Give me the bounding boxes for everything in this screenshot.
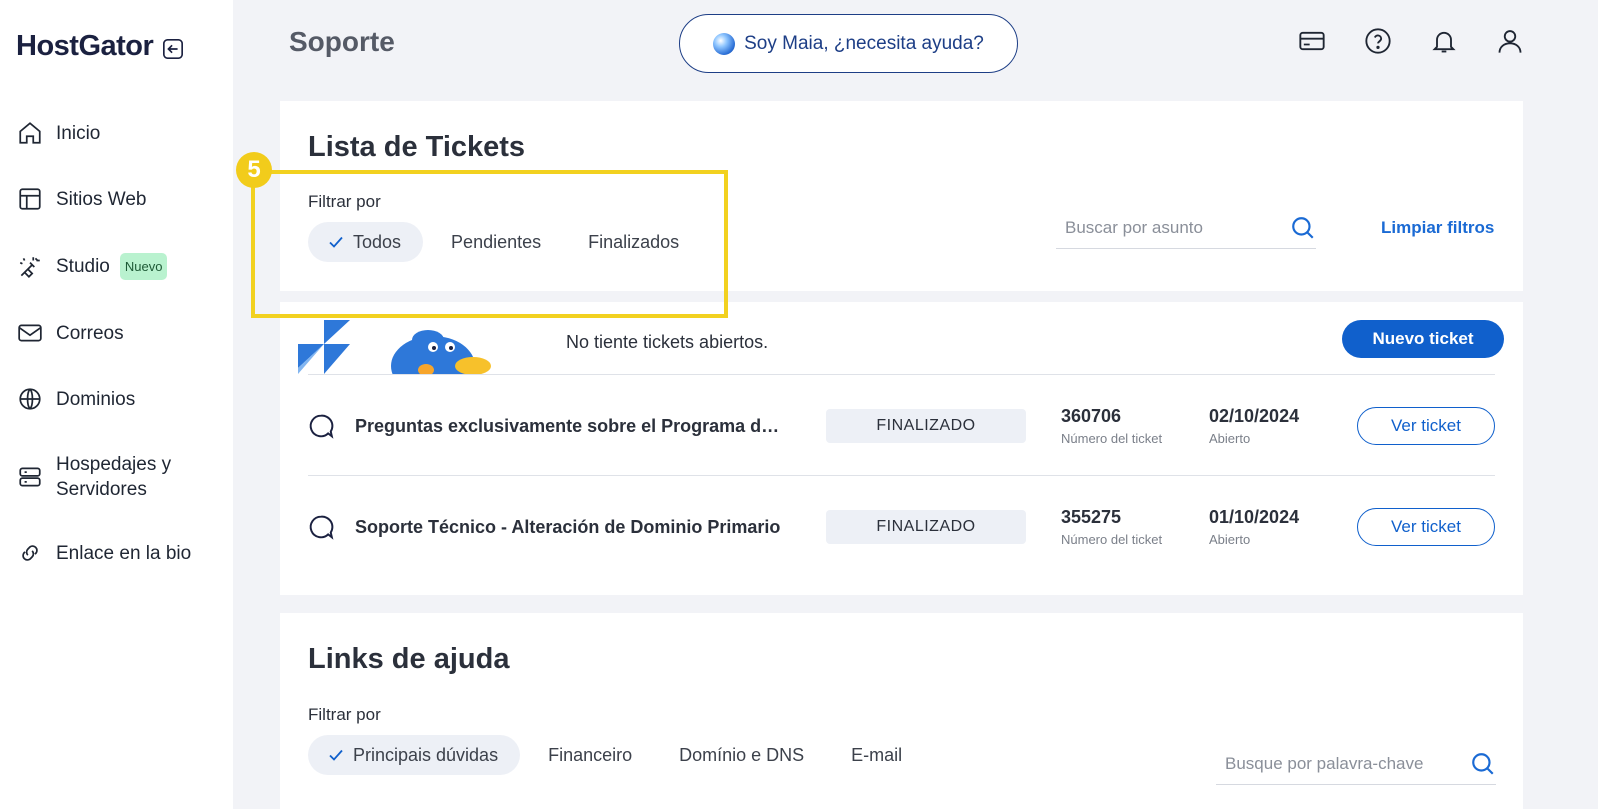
ticket-date-label: Abierto	[1209, 431, 1251, 446]
maia-assistant-button[interactable]: Soy Maia, ¿necesita ayuda?	[679, 14, 1018, 73]
help-filter-chips: Principais dúvidas Financeiro Domínio e …	[308, 735, 930, 775]
ticket-number: 355275	[1061, 507, 1122, 527]
sidebar-item-studio[interactable]: Studio Nuevo	[17, 253, 168, 280]
clear-filters-link[interactable]: Limpiar filtros	[1381, 218, 1494, 238]
sidebar-item-inicio[interactable]: Inicio	[17, 120, 100, 146]
sidebar-item-correos[interactable]: Correos	[17, 320, 124, 346]
sidebar-item-label: Dominios	[56, 388, 136, 410]
help-links-card: Links de ajuda Filtrar por Principais dú…	[280, 613, 1523, 809]
sidebar-item-label: Correos	[56, 322, 124, 344]
logo[interactable]: HostGator	[16, 30, 184, 63]
chip-label: Domínio e DNS	[679, 744, 805, 765]
ticket-number-label: Número del ticket	[1061, 532, 1163, 547]
ticket-search-input[interactable]	[1056, 217, 1264, 238]
tutorial-highlight-box	[251, 170, 728, 318]
view-ticket-button[interactable]: Ver ticket	[1357, 407, 1495, 445]
ticket-number: 360706	[1061, 406, 1122, 426]
filter-chip-dominio-dns[interactable]: Domínio e DNS	[660, 735, 832, 775]
filter-chip-financeiro[interactable]: Financeiro	[520, 735, 660, 775]
check-icon	[329, 749, 343, 761]
maia-orb-icon	[713, 32, 736, 55]
globe-icon	[19, 388, 41, 410]
logo-text: HostGator	[16, 30, 154, 62]
help-links-title: Links de ajuda	[308, 643, 510, 675]
help-search	[1216, 743, 1496, 785]
sidebar-item-label: Sitios Web	[56, 188, 147, 210]
sidebar-item-label: Inicio	[56, 122, 101, 144]
chip-label: E-mail	[851, 744, 903, 765]
ticket-subject[interactable]: Preguntas exclusivamente sobre el Progra…	[355, 416, 785, 437]
search-icon[interactable]	[1470, 751, 1496, 777]
empty-message: No tiente tickets abiertos.	[566, 332, 769, 352]
help-icon[interactable]	[1363, 26, 1393, 56]
ticket-subject[interactable]: Soporte Técnico - Alteración de Dominio …	[355, 517, 785, 538]
help-search-input[interactable]	[1216, 753, 1440, 774]
view-ticket-button[interactable]: Ver ticket	[1357, 508, 1495, 546]
server-icon	[19, 467, 41, 487]
tickets-title: Lista de Tickets	[308, 131, 526, 163]
new-badge: Nuevo	[119, 253, 168, 280]
chip-label: Financeiro	[548, 744, 633, 765]
tutorial-step-badge: 5	[236, 152, 272, 188]
filter-chip-email[interactable]: E-mail	[832, 735, 930, 775]
collapse-sidebar-icon[interactable]	[162, 38, 184, 60]
home-icon	[19, 122, 41, 144]
status-badge: FINALIZADO	[826, 409, 1026, 443]
new-ticket-button[interactable]: Nuevo ticket	[1342, 320, 1504, 358]
ticket-search	[1056, 207, 1316, 249]
sidebar-item-label: Hospedajes y Servidores	[56, 454, 172, 500]
ticket-date: 02/10/2024	[1209, 406, 1300, 426]
ticket-number-label: Número del ticket	[1061, 431, 1163, 446]
ticket-date: 01/10/2024	[1209, 507, 1300, 527]
sidebar-item-hospedajes[interactable]: Hospedajes y Servidores	[17, 452, 196, 502]
search-icon[interactable]	[1290, 215, 1316, 241]
status-badge: FINALIZADO	[826, 510, 1026, 544]
bell-icon[interactable]	[1429, 26, 1459, 56]
top-icon-bar	[1297, 26, 1525, 56]
chat-bubble-icon	[309, 515, 334, 540]
link-icon	[22, 545, 38, 561]
ticket-row: Soporte Técnico - Alteración de Dominio …	[308, 476, 1495, 576]
ticket-date-label: Abierto	[1209, 532, 1251, 547]
empty-state-illustration	[298, 320, 498, 374]
user-icon[interactable]	[1495, 26, 1525, 56]
chip-label: Principais dúvidas	[353, 744, 499, 765]
page-title: Soporte	[289, 26, 395, 57]
sidebar-item-dominios[interactable]: Dominios	[17, 386, 135, 412]
mail-icon	[18, 324, 42, 342]
tickets-list-card: No tiente tickets abiertos. Nuevo ticket…	[280, 302, 1523, 595]
card-icon[interactable]	[1297, 26, 1327, 56]
layout-icon	[19, 188, 41, 210]
sidebar-item-label: Studio	[56, 256, 110, 277]
sidebar-item-label: Enlace en la bio	[56, 542, 192, 564]
maia-label: Soy Maia, ¿necesita ayuda?	[744, 32, 984, 54]
filter-chip-principais-duvidas[interactable]: Principais dúvidas	[308, 735, 521, 775]
chat-bubble-icon	[309, 414, 334, 439]
wand-icon	[19, 256, 40, 278]
filter-label: Filtrar por	[308, 705, 381, 724]
sidebar-item-enlace-bio[interactable]: Enlace en la bio	[17, 540, 191, 566]
ticket-row: Preguntas exclusivamente sobre el Progra…	[308, 375, 1495, 475]
sidebar-item-sitios-web[interactable]: Sitios Web	[17, 186, 146, 212]
sidebar: HostGator Inicio Sitios Web Studio Nuevo…	[0, 0, 233, 809]
